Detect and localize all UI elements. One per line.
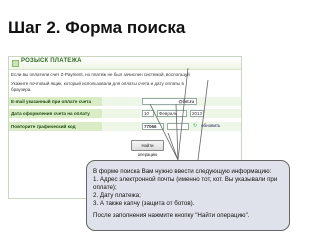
payment-icon	[12, 60, 19, 67]
form-header: РОЗЫСК ПЛАТЕЖА	[9, 57, 241, 70]
email-value: @list.ru	[178, 99, 194, 104]
captcha-row: Повторите графический код 77066 ↻ обнови…	[9, 122, 241, 132]
intro-text: Если вы оплатили счет Z-Payment, но плат…	[11, 72, 190, 77]
slide-title: Шаг 2. Форма поиска	[8, 18, 186, 37]
captcha-image: 77066	[142, 123, 164, 130]
captcha-input[interactable]	[167, 123, 189, 130]
callout-line: 3. А также капчу (защита от ботов).	[93, 200, 195, 207]
form-header-title: РОЗЫСК ПЛАТЕЖА	[21, 58, 82, 64]
email-row: E-mail указанный при оплате счета @list.…	[9, 97, 241, 107]
instruction-text: Укажите почтовый ящик, который использов…	[11, 81, 184, 86]
date-row: Дата оформления счета на оплату 10 Февра…	[9, 109, 241, 119]
instruction-text-continued: браузера.	[11, 87, 32, 92]
callout-line: В форме поиска Вам нужно ввести следующу…	[93, 168, 272, 175]
email-field[interactable]: @list.ru	[142, 98, 197, 105]
email-label: E-mail указанный при оплате счета	[9, 97, 102, 107]
instruction-callout: В форме поиска Вам нужно ввести следующу…	[86, 160, 290, 231]
refresh-link[interactable]: обновить	[201, 123, 220, 128]
find-operation-button[interactable]: Найти операцию	[131, 140, 164, 157]
callout-line: 1. Адрес электронной почты (именно тот, …	[93, 176, 278, 183]
date-label: Дата оформления счета на оплату	[9, 109, 102, 119]
callout-footer: После заполнения нажмите кнопку "Найти о…	[93, 212, 250, 219]
day-select[interactable]: 10	[142, 110, 154, 117]
captcha-label: Повторите графический код	[9, 122, 102, 132]
callout-line: 2. Дату платежа;	[93, 192, 141, 199]
month-select[interactable]: Февраль	[157, 110, 187, 117]
year-select[interactable]: 2013	[190, 110, 204, 117]
refresh-icon[interactable]: ↻	[193, 123, 197, 129]
callout-line: оплате);	[93, 184, 117, 191]
